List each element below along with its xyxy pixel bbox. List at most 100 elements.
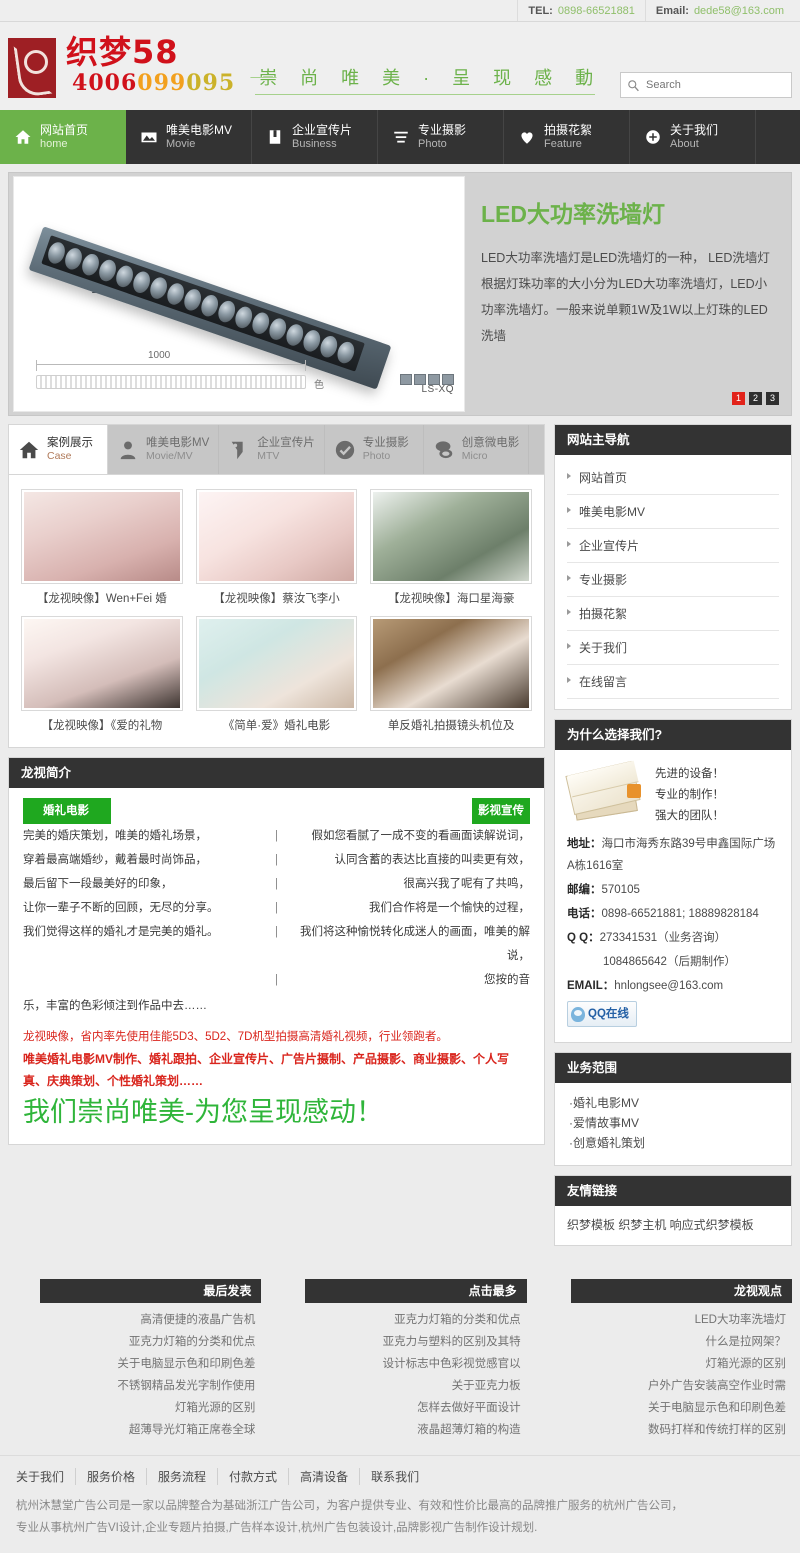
contact-qq-label: Q Q：: [567, 932, 600, 944]
heart-icon: [521, 132, 533, 144]
tabs-filler: [529, 425, 544, 474]
intro-panel: 龙视简介 婚礼电影 影视宣传 完美的婚庆策划，唯美的婚礼场景， | 假如您看腻了…: [8, 757, 545, 1145]
topbar-tel: TEL: 0898-66521881: [517, 0, 645, 21]
intro-right-badge-cell: 影视宣传: [284, 798, 530, 824]
tab-micro[interactable]: 创意微电影 Micro: [424, 425, 530, 474]
banner-dot-2[interactable]: 2: [749, 392, 762, 405]
qq-online-button[interactable]: QQ在线: [567, 1001, 637, 1027]
footer-list-item[interactable]: LED大功率洗墙灯: [539, 1309, 786, 1331]
sidebar-item-photo[interactable]: 专业摄影: [567, 563, 779, 597]
banner-dot-3[interactable]: 3: [766, 392, 779, 405]
showcase-item[interactable]: 【龙视映像】海口星海豪: [370, 489, 532, 606]
contact-qq-value-2: 1084865642（后期制作）: [603, 956, 736, 968]
footer-list-item[interactable]: 高清便捷的液晶广告机: [8, 1309, 255, 1331]
footer-list-item[interactable]: 关于电脑显示色和印刷色差: [8, 1353, 255, 1375]
nav-item-about[interactable]: 关于我们 About: [630, 110, 756, 164]
footer-link-contact[interactable]: 联系我们: [360, 1468, 430, 1485]
sidebar-item-business[interactable]: 企业宣传片: [567, 529, 779, 563]
footer-list-title: 最后发表: [40, 1278, 262, 1303]
contact-phone: 电话：0898-66521881; 18889828184: [567, 903, 779, 925]
banner-pagination[interactable]: 1 2 3: [732, 392, 779, 405]
footer-list-item[interactable]: 不锈钢精品发光字制作使用: [8, 1375, 255, 1397]
footer-link-process[interactable]: 服务流程: [147, 1467, 219, 1485]
footer-link-payment[interactable]: 付款方式: [218, 1467, 290, 1485]
sidebar-item-message[interactable]: 在线留言: [567, 665, 779, 699]
dimension-line: [36, 360, 306, 371]
intro-left-line: 让你一辈子不断的回顾，无尽的分享。: [23, 902, 219, 914]
showcase-thumbnail[interactable]: [21, 489, 183, 584]
footer-list-item[interactable]: 灯箱光源的区别: [8, 1397, 256, 1419]
tab-label-en: Photo: [362, 450, 391, 462]
friend-links-title: 友情链接: [555, 1175, 791, 1206]
showcase-item[interactable]: 【龙视映像】蔡汝飞李小: [195, 489, 358, 606]
nav-labels: 唯美电影MV Movie: [166, 123, 232, 151]
why-choose-panel: 为什么选择我们? 先进的设备！ 专业的制作！ 强大的团队！ 地址：海口市海秀东路…: [554, 719, 792, 1043]
business-scope-item[interactable]: ·爱情故事MV: [569, 1113, 777, 1133]
tab-movie[interactable]: 唯美电影MV Movie/MV: [108, 425, 220, 474]
tab-case[interactable]: 案例展示 Case: [9, 425, 108, 474]
nav-item-feature[interactable]: 拍摄花絮 Feature: [504, 110, 630, 164]
showcase-item[interactable]: 《简单·爱》婚礼电影: [195, 616, 358, 733]
business-scope-item[interactable]: ·创意婚礼策划: [569, 1133, 777, 1153]
footer-list-item[interactable]: 户外广告安装高空作业时需: [539, 1375, 786, 1397]
footer-list-item[interactable]: 怎样去做好平面设计: [273, 1397, 521, 1419]
footer-list-item[interactable]: 关于亚克力板: [273, 1375, 521, 1397]
home-icon: [19, 441, 39, 458]
search-input[interactable]: [646, 79, 785, 91]
product-model-label: LS-XQ: [421, 384, 454, 395]
footer-list-items: 亚克力灯箱的分类和优点 亚克力与塑料的区别及其特 设计标志中色彩视觉感官以 关于…: [273, 1303, 526, 1441]
logo[interactable]: 织梦58 4006099095: [0, 34, 235, 98]
tab-label-cn: 专业摄影: [362, 437, 409, 449]
footer-list-item[interactable]: 灯箱光源的区别: [539, 1353, 786, 1375]
footer-link-equipment[interactable]: 高清设备: [289, 1467, 361, 1485]
nav-item-business[interactable]: 企业宣传片 Business: [252, 110, 378, 164]
tab-photo[interactable]: 专业摄影 Photo: [325, 425, 424, 474]
banner-description: LED大功率洗墙灯是LED洗墙灯的一种， LED洗墙灯根据灯珠功率的大小分为LE…: [481, 251, 770, 343]
nav-item-home[interactable]: 网站首页 home: [0, 110, 126, 164]
showcase-caption: 单反婚礼拍摄镜头机位及: [387, 720, 515, 732]
sidebar-item-about[interactable]: 关于我们: [567, 631, 779, 665]
sidebar-item-feature[interactable]: 拍摄花絮: [567, 597, 779, 631]
rss-icon: [627, 784, 641, 798]
topbar-email-label: Email:: [655, 4, 689, 17]
footer-link-about[interactable]: 关于我们: [12, 1467, 77, 1485]
footer-list-item[interactable]: 亚克力灯箱的分类和优点: [273, 1309, 521, 1331]
footer-list-most-clicked: 点击最多 亚克力灯箱的分类和优点 亚克力与塑料的区别及其特 设计标志中色彩视觉感…: [273, 1278, 527, 1441]
showcase-item[interactable]: 【龙视映像】《爱的礼物: [21, 616, 183, 733]
footer-list-item[interactable]: 什么是拉网架？: [539, 1331, 786, 1353]
business-scope-item[interactable]: ·婚礼电影MV: [569, 1093, 777, 1113]
tab-label-en: Micro: [461, 450, 488, 462]
showcase-thumbnail[interactable]: [195, 489, 358, 584]
footer-lists: 最后发表 高清便捷的液晶广告机 亚克力灯箱的分类和优点 关于电脑显示色和印刷色差…: [0, 1262, 800, 1455]
sidebar-item-movie[interactable]: 唯美电影MV: [567, 495, 779, 529]
showcase-item[interactable]: 单反婚礼拍摄镜头机位及: [370, 616, 532, 733]
showcase-thumbnail[interactable]: [370, 489, 532, 584]
nav-label-en: About: [670, 138, 699, 150]
nav-item-photo[interactable]: 专业摄影 Photo: [378, 110, 504, 164]
list-icon: [394, 131, 408, 143]
footer-list-item[interactable]: 超薄导光灯箱正席卷全球: [8, 1419, 256, 1441]
tab-mtv[interactable]: 企业宣传片 MTV: [219, 425, 325, 474]
footer-list-item[interactable]: 亚克力与塑料的区别及其特: [273, 1331, 521, 1353]
footer-list-item[interactable]: 亚克力灯箱的分类和优点: [8, 1331, 256, 1353]
footer-list-item[interactable]: 数码打样和传统打样的区别: [539, 1419, 786, 1441]
search-box[interactable]: [620, 72, 792, 98]
sidebar-nav-list: 网站首页 唯美电影MV 企业宣传片 专业摄影 拍摄花絮 关于我们 在线留言: [555, 455, 791, 709]
contact-phone-label: 电话：: [567, 908, 602, 920]
contact-zip-label: 邮编：: [567, 884, 602, 896]
footer-list-item[interactable]: 液晶超薄灯箱的构造: [273, 1419, 521, 1441]
showcase-thumbnail[interactable]: [195, 616, 358, 711]
footer-link-pricing[interactable]: 服务价格: [76, 1467, 148, 1485]
banner-product-image[interactable]: 1000 色 LS-XQ: [13, 176, 465, 412]
showcase-item[interactable]: 【龙视映像】Wen+Fei 婚: [21, 489, 183, 606]
nav-item-movie[interactable]: 唯美电影MV Movie: [126, 110, 252, 164]
banner-dot-1[interactable]: 1: [732, 392, 745, 405]
footer-list-item[interactable]: 设计标志中色彩视觉感官以: [273, 1353, 521, 1375]
business-scope-list: ·婚礼电影MV ·爱情故事MV ·创意婚礼策划: [555, 1083, 791, 1165]
showcase-caption: 【龙视映像】《爱的礼物: [41, 720, 163, 732]
showcase-thumbnail[interactable]: [370, 616, 532, 711]
footer-list-item[interactable]: 关于电脑显示色和印刷色差: [539, 1397, 786, 1419]
sidebar-item-home[interactable]: 网站首页: [567, 461, 779, 495]
showcase-thumbnail[interactable]: [21, 616, 183, 711]
friend-links-text[interactable]: 织梦模板 织梦主机 响应式织梦模板: [555, 1206, 791, 1245]
